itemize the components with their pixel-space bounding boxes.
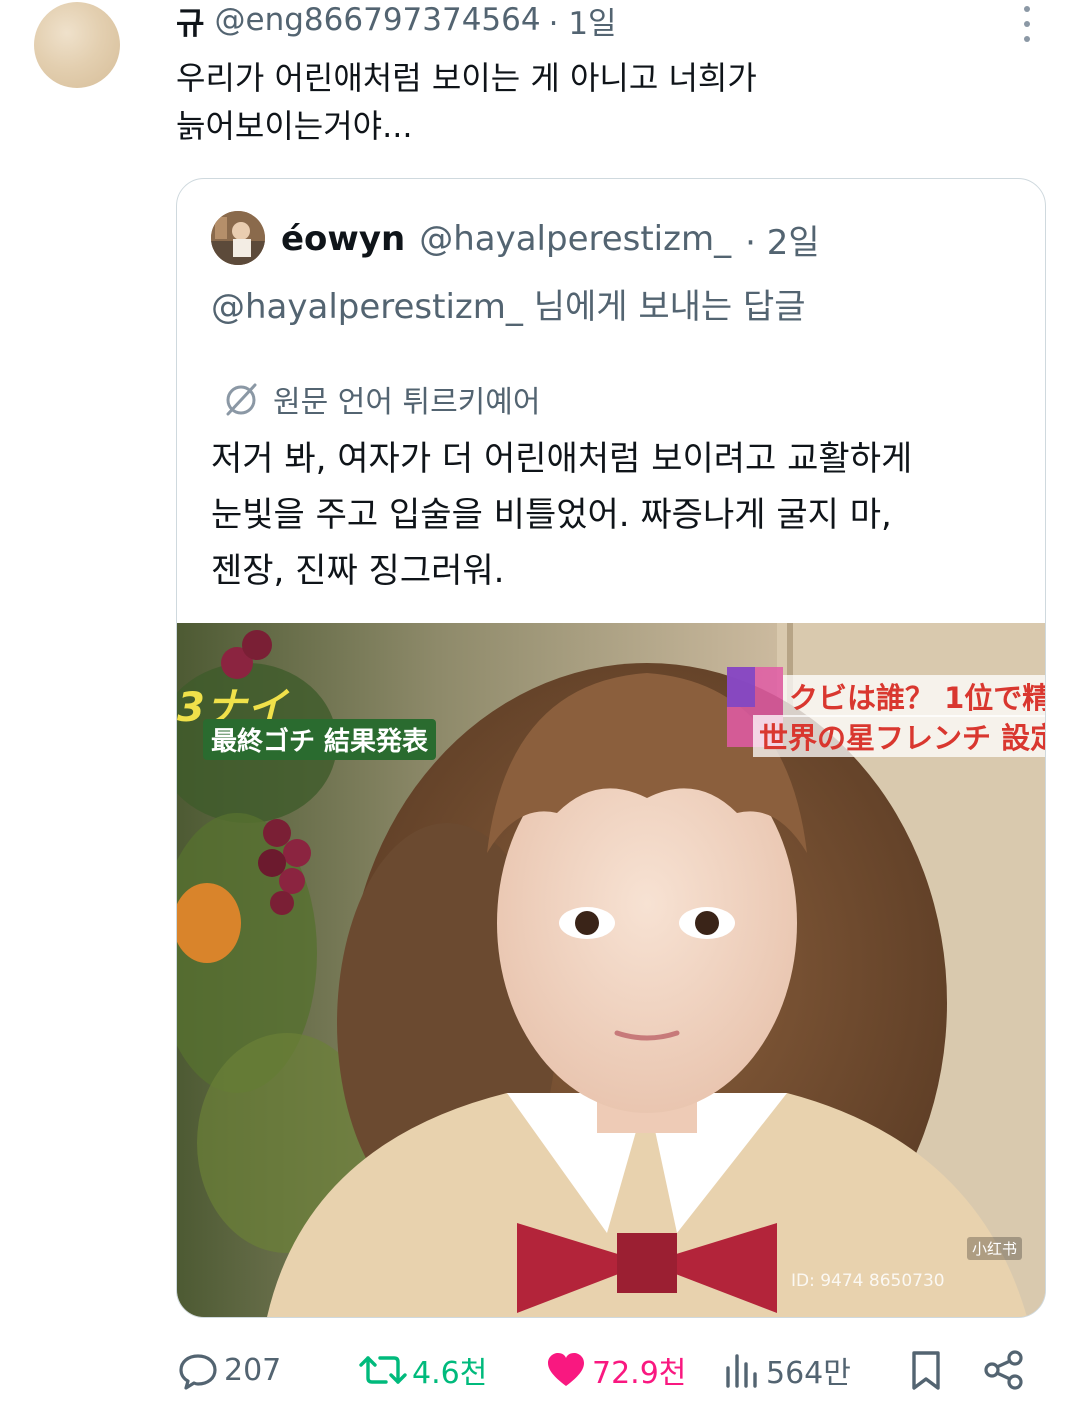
heart-icon	[548, 1353, 584, 1386]
translate-label: 원문 언어 튀르키예어	[273, 385, 541, 420]
tweet-text-line: 늙어보이는거야...	[176, 107, 413, 145]
quote-time[interactable]: · 2일	[745, 215, 820, 264]
action-bar: 207 4.6천 72.9천 564만	[176, 1344, 1036, 1396]
caption-right-2: 世界の星フレンチ 設定	[753, 715, 1045, 757]
globe-slash-icon	[226, 383, 257, 416]
watermark-bottom: ID: 9474 8650730	[791, 1271, 945, 1291]
quote-text-line: 저거 봐, 여자가 더 어린애처럼 보이려고 교활하게	[211, 439, 913, 479]
quote-text: 저거 봐, 여자가 더 어린애처럼 보이려고 교활하게 눈빛을 주고 입술을 비…	[211, 431, 912, 599]
like-count: 72.9천	[592, 1356, 687, 1391]
bookmark-icon	[912, 1351, 940, 1390]
quote-avatar[interactable]	[211, 211, 265, 265]
quote-avatar-image	[211, 211, 265, 265]
tweet-text-line: 우리가 어린애처럼 보이는 게 아니고 너희가	[176, 59, 757, 97]
caption-left: 最終ゴチ 結果発表	[203, 719, 437, 760]
views-count: 564만	[766, 1356, 851, 1391]
share-button[interactable]	[982, 1344, 1030, 1396]
tweet-header: 규 @eng866797374564 · 1일	[176, 0, 617, 43]
author-handle[interactable]: @eng866797374564	[215, 2, 541, 38]
reply-button[interactable]: 207	[176, 1344, 281, 1396]
tweet-time[interactable]: · 1일	[549, 0, 617, 43]
quote-author-name[interactable]: éowyn	[281, 219, 405, 259]
bookmark-button[interactable]	[904, 1344, 952, 1396]
reply-count: 207	[224, 1352, 282, 1388]
bar-chart-icon	[726, 1354, 757, 1388]
author-name[interactable]: 규	[176, 0, 205, 43]
reply-to-label: @hayalperestizm_ 님에게 보내는 답글	[211, 287, 806, 327]
caption-right-1: クビは誰？ 1位で精	[783, 675, 1045, 717]
avatar[interactable]	[34, 2, 120, 88]
quote-text-line: 눈빛을 주고 입술을 비틀었어. 짜증나게 굴지 마,	[211, 495, 892, 535]
views-button[interactable]: 564만	[722, 1344, 851, 1396]
retweet-arrows-icon	[359, 1356, 407, 1384]
watermark-top: 小红书	[967, 1237, 1023, 1260]
quote-header: éowyn @hayalperestizm_ · 2일	[281, 215, 820, 263]
translate-notice[interactable]: 원문 언어 튀르키예어	[221, 377, 540, 421]
share-icon	[984, 1350, 1023, 1390]
quote-author-handle[interactable]: @hayalperestizm_	[419, 219, 731, 259]
speech-bubble-icon	[179, 1354, 217, 1390]
quote-media-image[interactable]: 3ナイ 最終ゴチ 結果発表 クビは誰？ 1位で精 世界の星フレンチ 設定 小红书…	[177, 623, 1045, 1317]
retweet-button[interactable]: 4.6천	[358, 1344, 487, 1396]
like-button[interactable]: 72.9천	[544, 1344, 686, 1396]
quote-text-line: 젠장, 진짜 징그러워.	[211, 551, 505, 591]
tweet-text: 우리가 어린애처럼 보이는 게 아니고 너희가 늙어보이는거야...	[176, 54, 1036, 150]
vertical-ellipsis-icon[interactable]	[1020, 6, 1034, 42]
quoted-tweet[interactable]: éowyn @hayalperestizm_ · 2일 @hayalperest…	[176, 178, 1046, 1318]
retweet-count: 4.6천	[412, 1356, 488, 1391]
